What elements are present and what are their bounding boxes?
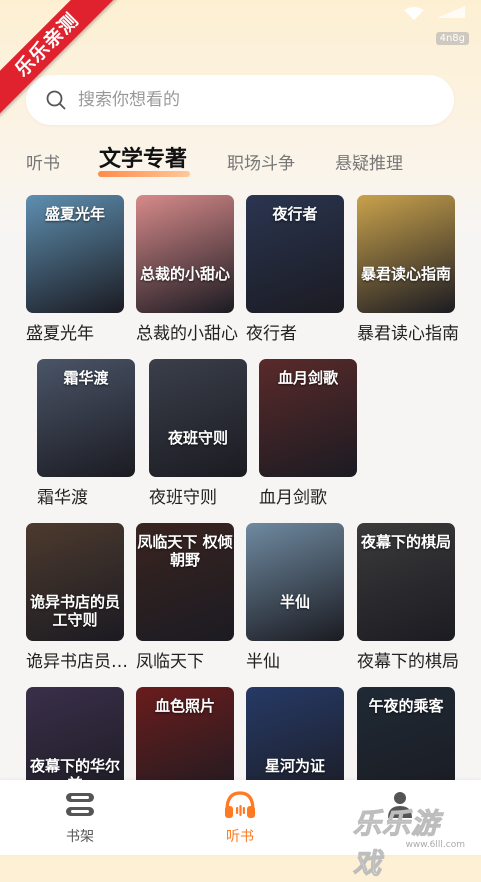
book-cover[interactable]: 霜华渡	[37, 359, 135, 477]
nav-listen[interactable]: 听书	[200, 790, 280, 846]
book-title: 夜幕下的棋局	[357, 652, 459, 672]
nav-listen-label: 听书	[226, 829, 254, 845]
book-cover[interactable]: 夜班守则	[149, 359, 247, 477]
book-cover[interactable]: 血月剑歌	[259, 359, 357, 477]
book-title: 半仙	[246, 652, 280, 672]
book-card[interactable]: 血月剑歌 血月剑歌	[259, 359, 357, 508]
book-card[interactable]: 霜华渡 霜华渡	[37, 359, 135, 508]
book-cover-text: 夜幕下的棋局	[360, 533, 451, 551]
book-cover[interactable]: 诡异书店的员工守则	[26, 523, 124, 641]
nav-bookshelf[interactable]: 书架	[40, 790, 120, 846]
signal-icon	[437, 6, 465, 18]
book-card[interactable]: 盛夏光年 盛夏光年	[26, 195, 124, 344]
status-bar	[403, 6, 467, 25]
book-title: 盛夏光年	[26, 324, 94, 344]
tab-literature[interactable]: 文学专著	[99, 148, 187, 172]
book-card[interactable]: 暴君读心指南 暴君读心指南	[357, 195, 459, 344]
book-cover[interactable]: 凤临天下 权倾朝野	[136, 523, 234, 641]
nav-bookshelf-label: 书架	[66, 829, 94, 845]
book-title: 暴君读心指南	[357, 324, 459, 344]
book-title: 霜华渡	[37, 488, 88, 508]
network-speed: 4n8g	[435, 32, 469, 45]
corner-ribbon: 乐乐亲测	[0, 0, 120, 120]
book-title: 夜班守则	[149, 488, 217, 508]
book-card[interactable]: 夜班守则 夜班守则	[149, 359, 247, 508]
book-title: 血月剑歌	[259, 488, 327, 508]
book-cover-text: 盛夏光年	[44, 205, 105, 223]
book-title: 诡异书店员工守则	[26, 652, 132, 672]
tab-mystery[interactable]: 悬疑推理	[335, 152, 403, 176]
book-card[interactable]: 夜幕下的棋局 夜幕下的棋局	[357, 523, 459, 672]
book-card[interactable]: 半仙 半仙	[246, 523, 344, 672]
book-card[interactable]: 诡异书店的员工守则诡异书店员工守则	[26, 523, 132, 672]
bookshelf-icon	[66, 793, 94, 816]
book-card[interactable]: 总裁的小甜心 总裁的小甜心	[136, 195, 238, 344]
book-card[interactable]: 凤临天下 权倾朝野凤临天下	[136, 523, 234, 672]
book-cover-text: 午夜的乘客	[368, 697, 444, 715]
headphones-icon	[225, 791, 255, 818]
watermark-url: www.6lll.com	[405, 840, 465, 850]
book-cover-text: 凤临天下 权倾朝野	[137, 533, 233, 569]
book-cover[interactable]: 夜行者	[246, 195, 344, 313]
category-tabs: 听书 文学专著 职场斗争 悬疑推理	[0, 146, 481, 182]
book-cover-text: 诡异书店的员工守则	[29, 593, 120, 629]
site-watermark: 乐乐游戏 www.6lll.com	[353, 802, 473, 881]
book-cover[interactable]: 夜幕下的棋局	[357, 523, 455, 641]
book-title: 夜行者	[246, 324, 297, 344]
book-cover-text: 霜华渡	[63, 369, 109, 387]
tab-listen[interactable]: 听书	[26, 152, 60, 176]
book-card[interactable]: 夜行者 夜行者	[246, 195, 344, 344]
tab-workplace[interactable]: 职场斗争	[227, 152, 295, 176]
wifi-icon	[403, 7, 424, 20]
book-cover-text: 夜行者	[272, 205, 318, 223]
book-cover-text: 夜班守则	[167, 429, 228, 447]
book-cover[interactable]: 盛夏光年	[26, 195, 124, 313]
book-cover-text: 星河为证	[264, 757, 325, 775]
book-title: 凤临天下	[136, 652, 204, 672]
book-cover-text: 总裁的小甜心	[139, 265, 230, 283]
book-cover[interactable]: 总裁的小甜心	[136, 195, 234, 313]
book-cover-text: 血月剑歌	[277, 369, 338, 387]
ribbon-label: 乐乐亲测	[0, 0, 118, 116]
book-cover-text: 暴君读心指南	[360, 265, 451, 283]
book-cover-text: 血色照片	[154, 697, 215, 715]
book-cover-text: 半仙	[279, 593, 310, 611]
book-cover[interactable]: 半仙	[246, 523, 344, 641]
book-title: 总裁的小甜心	[136, 324, 238, 344]
book-cover[interactable]: 暴君读心指南	[357, 195, 455, 313]
